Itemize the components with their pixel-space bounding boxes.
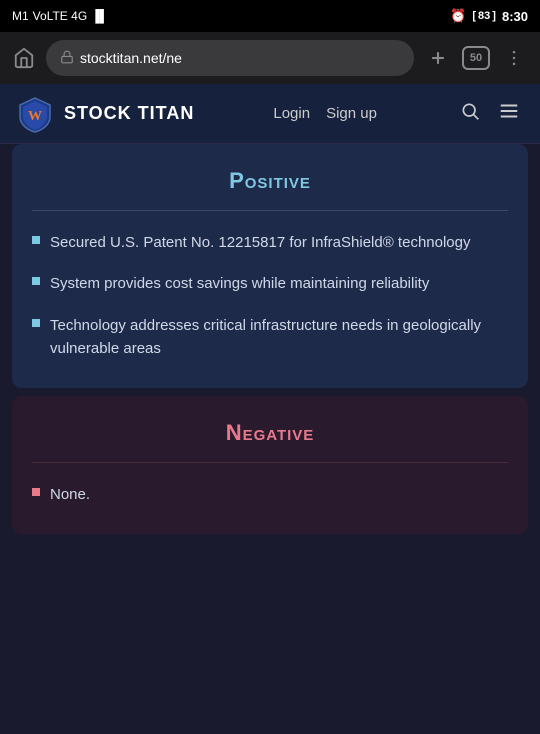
positive-card: Positive Secured U.S. Patent No. 1221581… (12, 144, 528, 388)
search-button[interactable] (456, 97, 484, 130)
status-right: ⏰ [83] 8:30 (450, 8, 528, 24)
time-display: 8:30 (502, 9, 528, 24)
logo-text: STOCK TITAN (64, 103, 194, 124)
negative-bullet-list: None. (32, 483, 508, 506)
signal-icon: ▐▌ (91, 9, 108, 23)
logo-icon: W (16, 95, 54, 133)
nav-icons (456, 96, 524, 131)
bullet-square-icon-3 (32, 319, 40, 327)
nav-links: Login Sign up (273, 105, 377, 122)
login-link[interactable]: Login (273, 105, 310, 122)
signup-link[interactable]: Sign up (326, 105, 377, 122)
negative-card-title: Negative (32, 420, 508, 446)
home-icon[interactable] (10, 44, 38, 72)
status-bar: M1 VoLTE 4G ▐▌ ⏰ [83] 8:30 (0, 0, 540, 32)
svg-text:W: W (28, 109, 42, 124)
browser-actions: 50 (422, 42, 530, 74)
carrier-text: M1 (12, 9, 29, 23)
bullet-square-neg-icon-1 (32, 488, 40, 496)
positive-card-title: Positive (32, 168, 508, 194)
site-header: W STOCK TITAN Login Sign up (0, 84, 540, 144)
hamburger-menu-button[interactable] (494, 96, 524, 131)
address-bar[interactable]: stocktitan.net/ne (46, 40, 414, 76)
network-type: VoLTE 4G (33, 9, 87, 23)
positive-bullet-1: Secured U.S. Patent No. 12215817 for Inf… (32, 231, 508, 254)
main-content: Positive Secured U.S. Patent No. 1221581… (0, 144, 540, 734)
positive-bullet-text-3: Technology addresses critical infrastruc… (50, 314, 508, 361)
positive-bullet-3: Technology addresses critical infrastruc… (32, 314, 508, 361)
battery-icon: [83] (472, 10, 496, 22)
positive-bullet-text-1: Secured U.S. Patent No. 12215817 for Inf… (50, 231, 470, 254)
positive-bullet-text-2: System provides cost savings while maint… (50, 272, 429, 295)
new-tab-button[interactable] (422, 42, 454, 74)
logo-section: W STOCK TITAN (16, 95, 194, 133)
more-menu-button[interactable] (498, 42, 530, 74)
site-security-icon (60, 50, 74, 67)
browser-bar: stocktitan.net/ne 50 (0, 32, 540, 84)
status-left: M1 VoLTE 4G ▐▌ (12, 9, 108, 23)
positive-bullet-list: Secured U.S. Patent No. 12215817 for Inf… (32, 231, 508, 360)
positive-bullet-2: System provides cost savings while maint… (32, 272, 508, 295)
negative-bullet-1: None. (32, 483, 508, 506)
negative-divider (32, 462, 508, 463)
tab-count-badge[interactable]: 50 (462, 46, 490, 70)
bullet-square-icon-2 (32, 277, 40, 285)
negative-bullet-text-1: None. (50, 483, 90, 506)
negative-card: Negative None. (12, 396, 528, 534)
positive-divider (32, 210, 508, 211)
alarm-icon: ⏰ (450, 8, 466, 24)
bullet-square-icon-1 (32, 236, 40, 244)
url-text: stocktitan.net/ne (80, 50, 182, 66)
